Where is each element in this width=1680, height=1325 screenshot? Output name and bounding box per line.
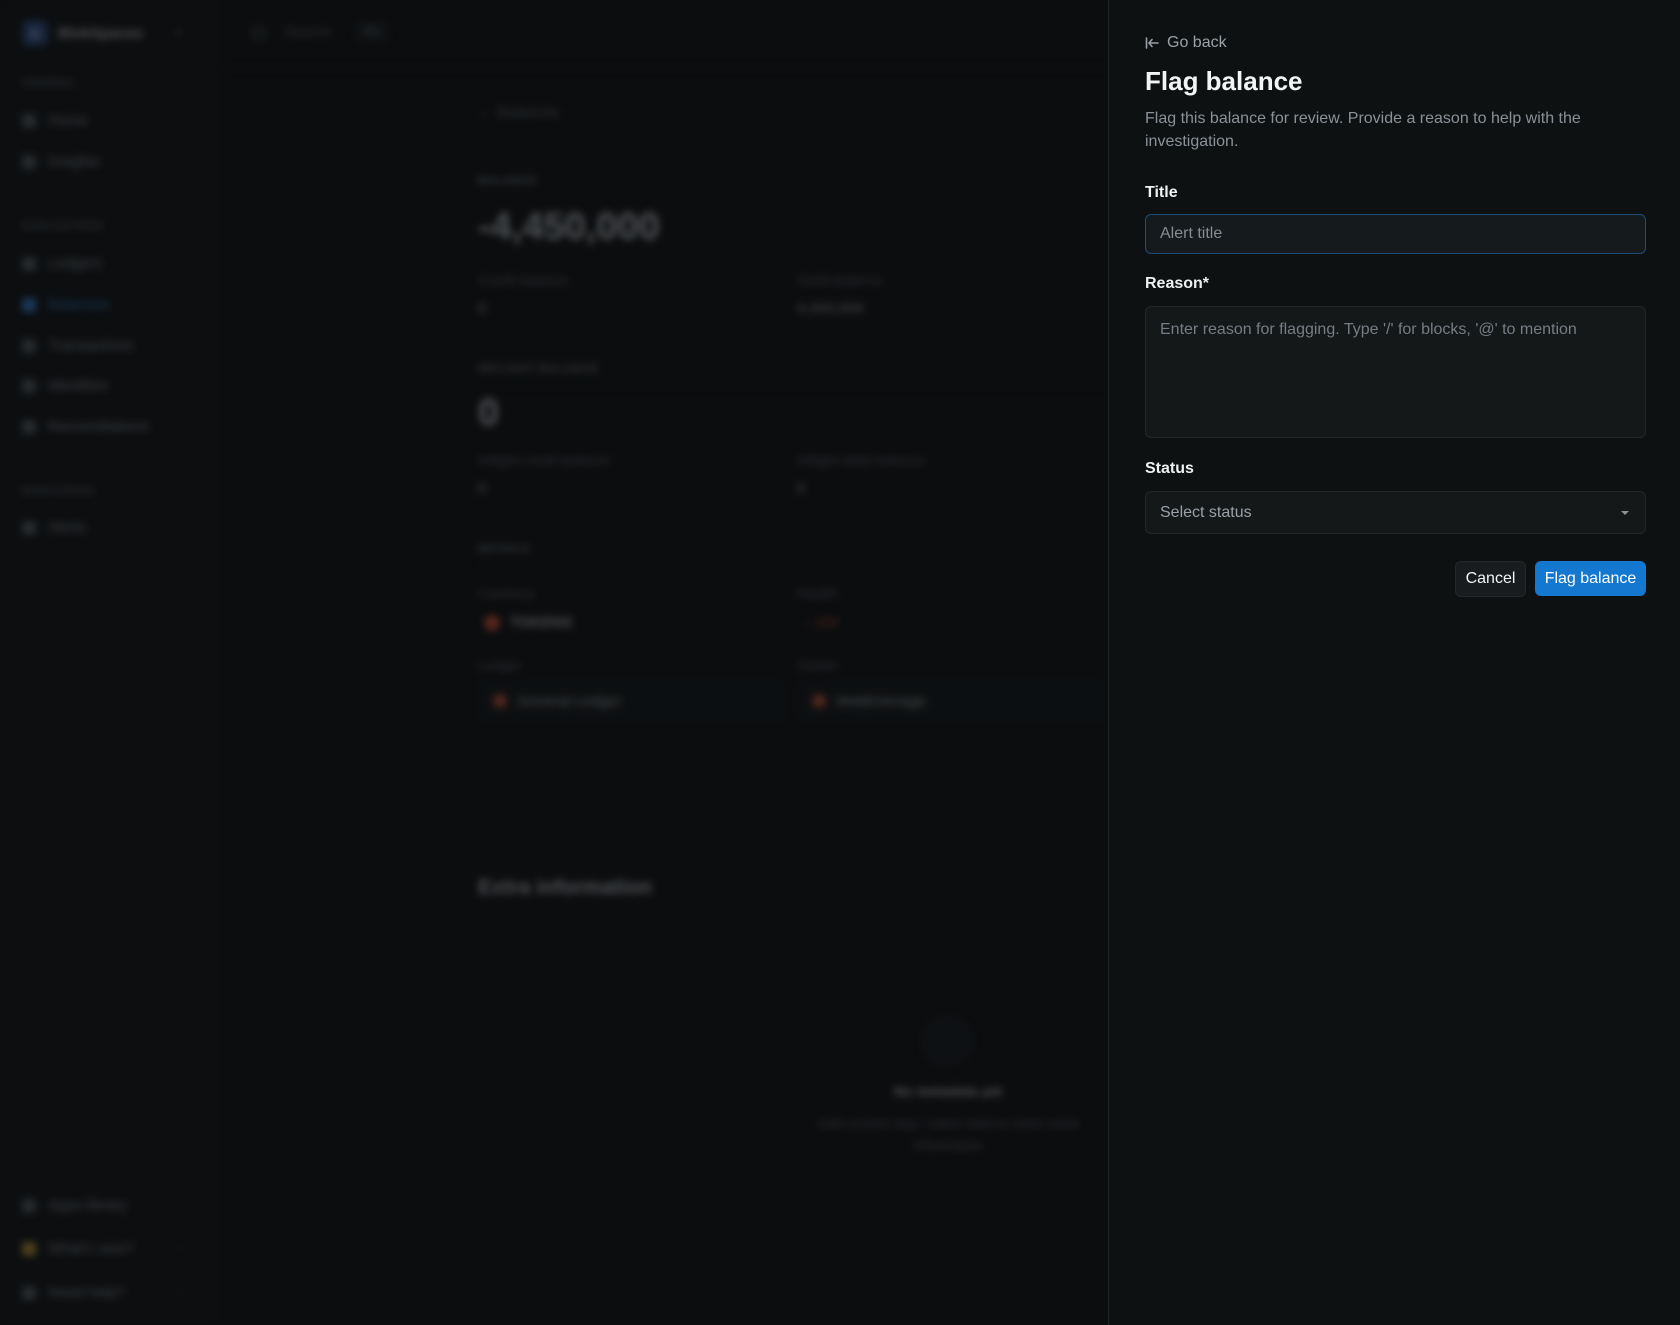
caret-down-icon — [1621, 510, 1629, 515]
title-field-label: Title — [1145, 184, 1178, 201]
overlay-backdrop[interactable] — [0, 0, 1108, 1325]
drawer-description: Flag this balance for review. Provide a … — [1145, 110, 1581, 150]
drawer-title: Flag balance — [1145, 66, 1303, 96]
status-select[interactable]: Select status — [1145, 491, 1646, 534]
go-back-button[interactable]: Go back — [1145, 34, 1227, 52]
flag-balance-button[interactable]: Flag balance — [1535, 561, 1646, 596]
arrow-left-bar-icon — [1145, 37, 1159, 49]
status-select-value: Select status — [1160, 503, 1252, 521]
status-field-label: Status — [1145, 460, 1194, 477]
alert-title-input[interactable] — [1145, 214, 1646, 254]
cancel-button[interactable]: Cancel — [1455, 561, 1526, 597]
reason-field-label: Reason* — [1145, 275, 1210, 292]
flag-balance-drawer: Go back Flag balance Flag this balance f… — [1108, 0, 1680, 1325]
go-back-label: Go back — [1167, 34, 1227, 51]
reason-textarea[interactable] — [1145, 306, 1646, 438]
